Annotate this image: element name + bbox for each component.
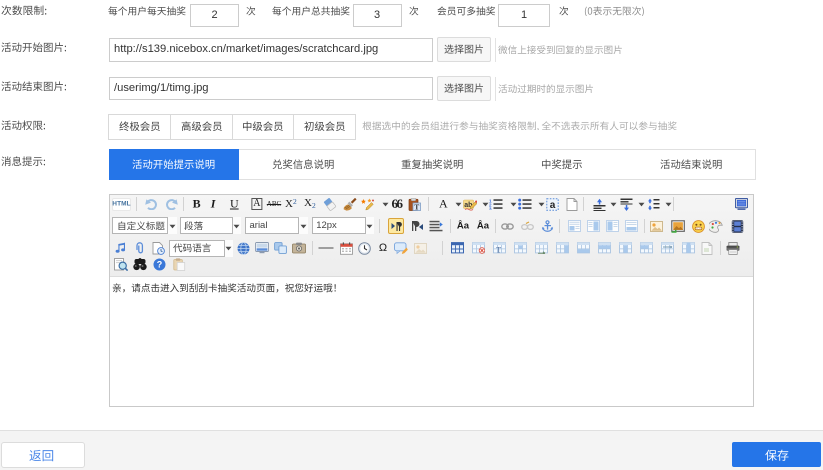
svg-text:T: T (496, 246, 501, 255)
svg-text:T: T (414, 202, 419, 211)
svg-text:3: 3 (489, 207, 492, 211)
svg-text:a: a (549, 200, 555, 211)
svg-text:?: ? (156, 260, 162, 270)
